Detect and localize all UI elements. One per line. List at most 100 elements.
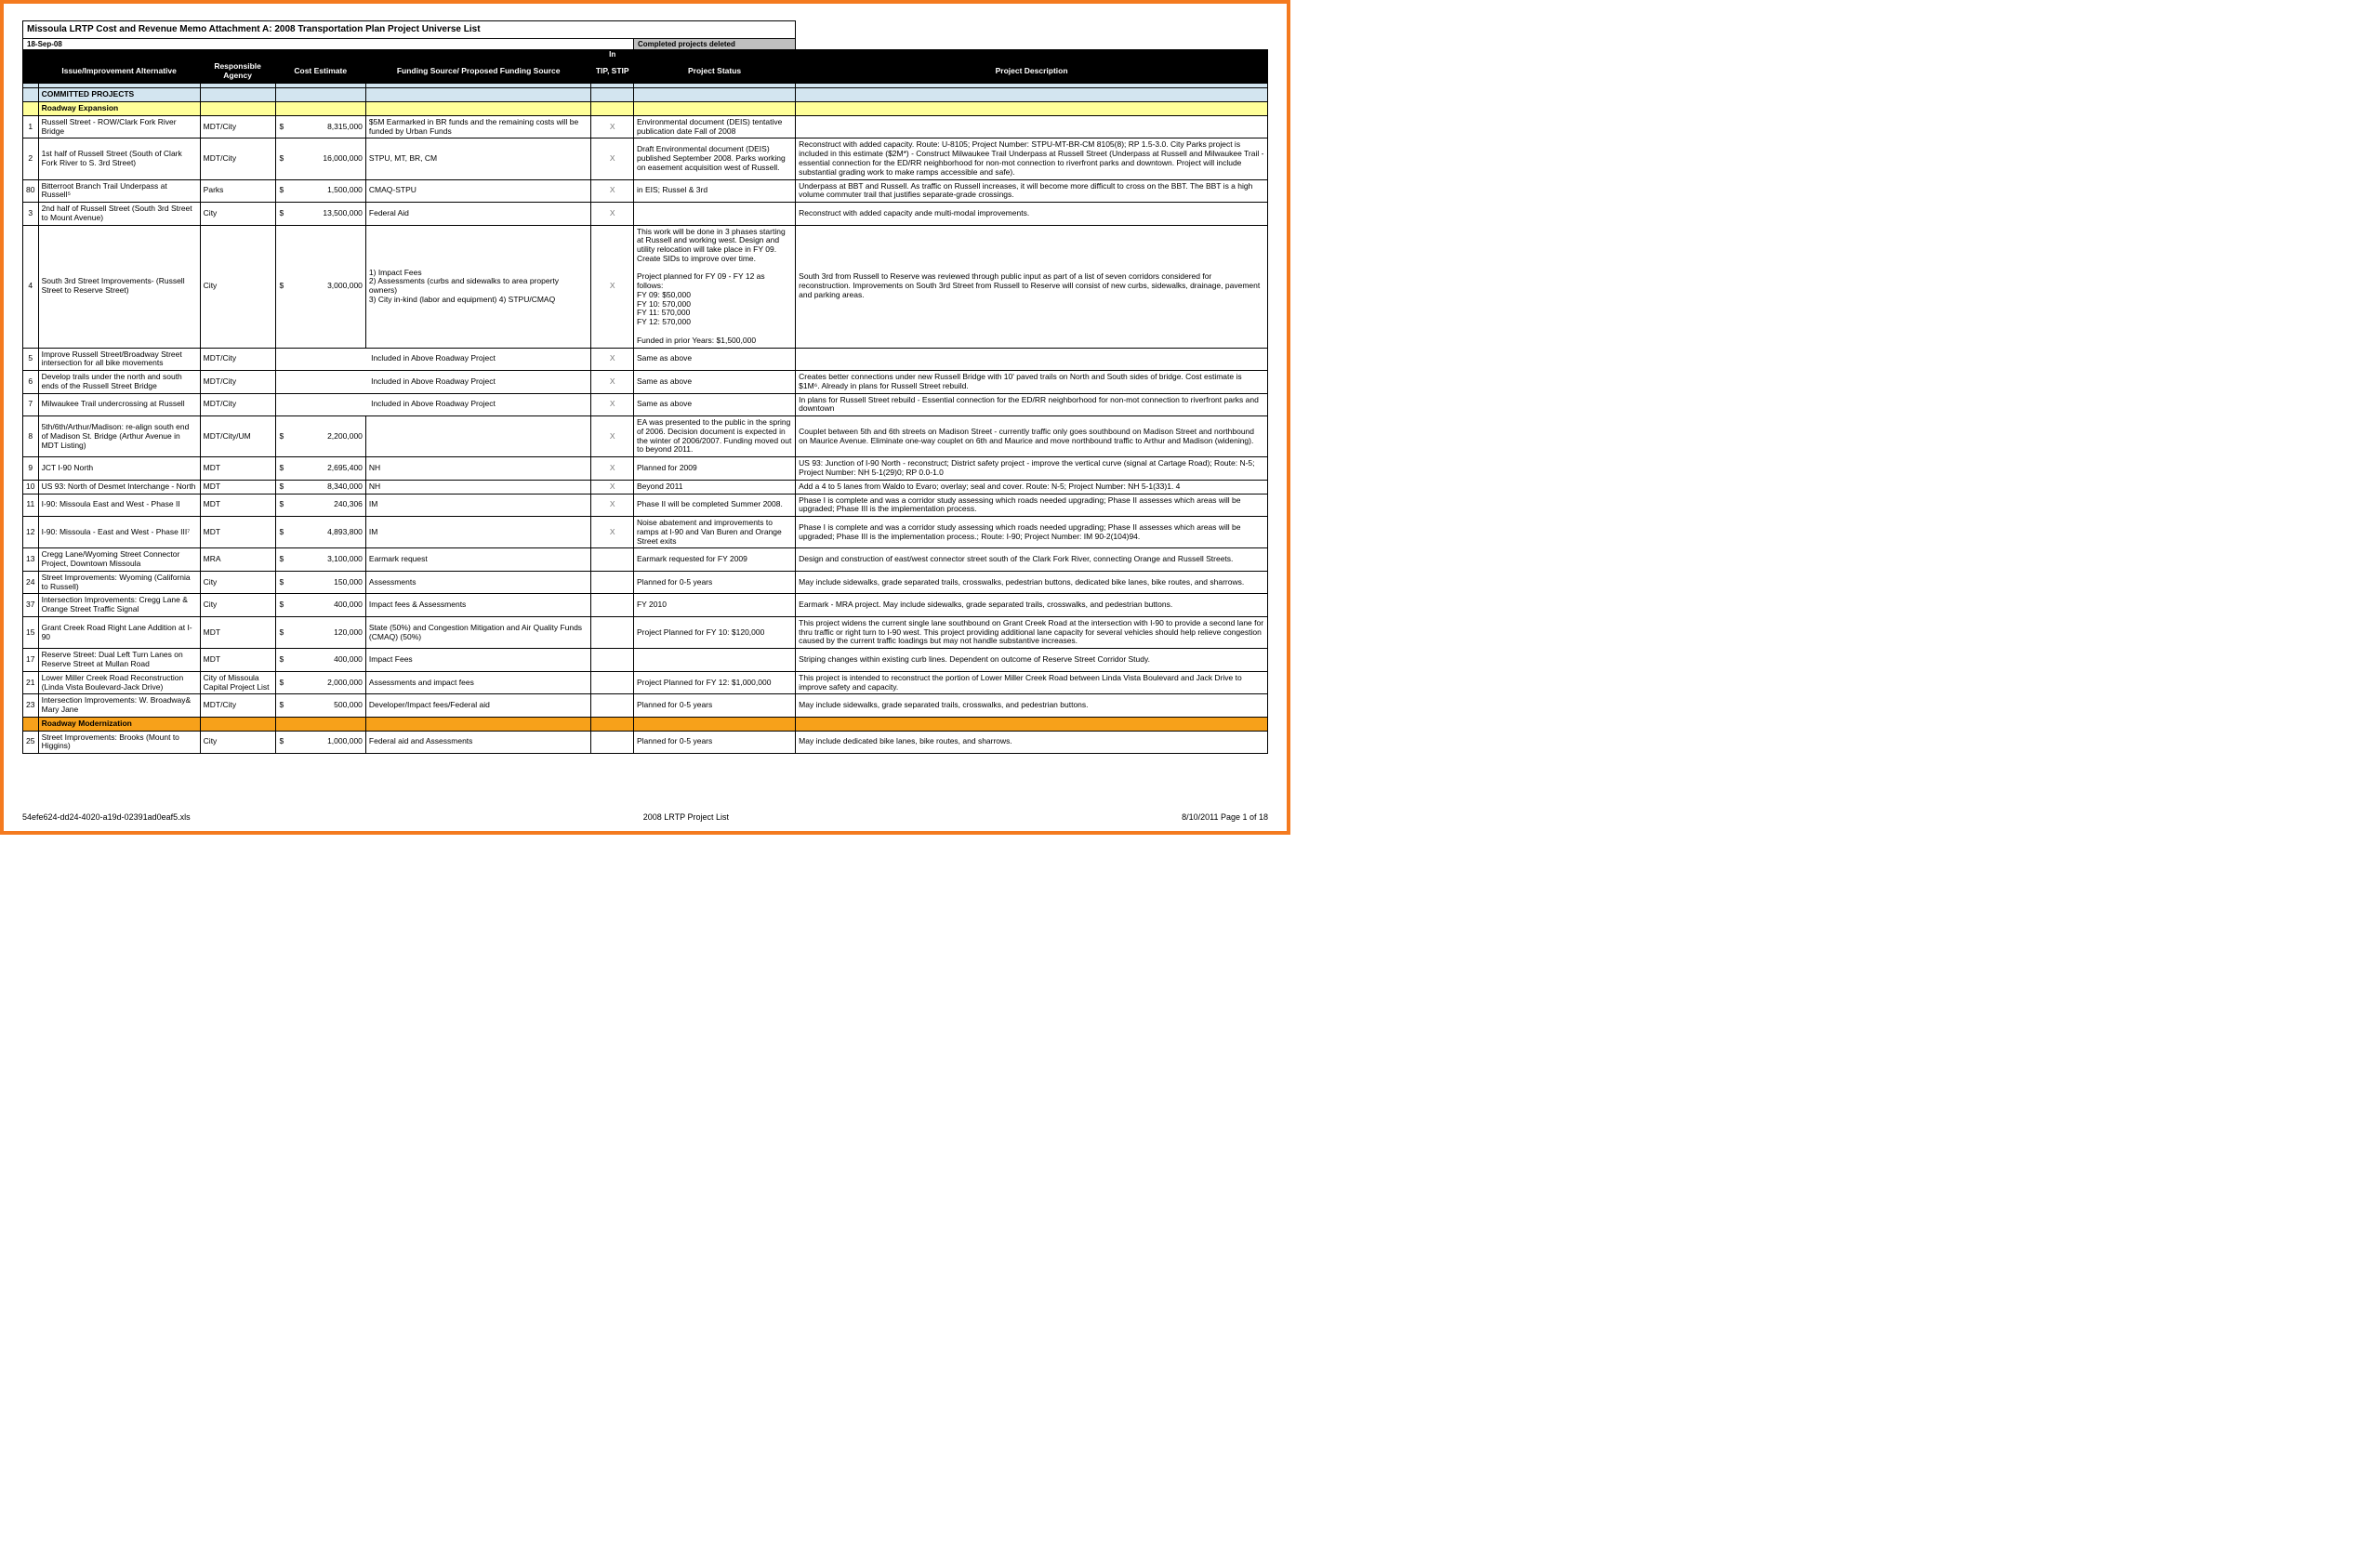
footer-filename: 54efe624-dd24-4020-a19d-02391ad0eaf5.xls (22, 812, 191, 822)
row-number: 1 (23, 115, 39, 138)
row-number: 7 (23, 393, 39, 416)
row-status: Planned for 0-5 years (633, 571, 795, 594)
row-number: 80 (23, 179, 39, 203)
row-tip: X (591, 225, 634, 348)
section-expansion: Roadway Expansion (23, 102, 1268, 116)
row-cost: $240,306 (275, 494, 365, 517)
row-agency: MRA (200, 548, 275, 572)
row-agency: City (200, 225, 275, 348)
row-merged-funding: Included in Above Roadway Project (275, 393, 591, 416)
row-tip: X (591, 179, 634, 203)
row-desc: Reconstruct with added capacity. Route: … (796, 138, 1268, 179)
row-agency: MDT/City (200, 115, 275, 138)
table-row: 13Cregg Lane/Wyoming Street Connector Pr… (23, 548, 1268, 572)
row-tip: X (591, 371, 634, 394)
row-tip: X (591, 494, 634, 517)
row-funding: CMAQ-STPU (365, 179, 590, 203)
mod-body: 25Street Improvements: Brooks (Mount to … (23, 731, 1268, 754)
table-row: 80Bitterroot Branch Trail Underpass at R… (23, 179, 1268, 203)
row-agency: City (200, 571, 275, 594)
row-funding (365, 416, 590, 457)
section-expansion-label: Roadway Expansion (38, 102, 200, 116)
report-date: 18-Sep-08 (23, 38, 634, 49)
row-agency: MDT (200, 649, 275, 672)
row-issue: South 3rd Street Improvements- (Russell … (38, 225, 200, 348)
header-in: In (591, 49, 634, 59)
row-agency: MDT (200, 457, 275, 481)
row-number: 10 (23, 480, 39, 494)
row-tip (591, 731, 634, 754)
row-status: Project Planned for FY 12: $1,000,000 (633, 671, 795, 694)
row-tip (591, 548, 634, 572)
row-tip: X (591, 348, 634, 371)
row-issue: Intersection Improvements: Cregg Lane & … (38, 594, 200, 617)
date-row: 18-Sep-08 Completed projects deleted (23, 38, 1268, 49)
row-desc: This project widens the current single l… (796, 616, 1268, 648)
table-row: 21st half of Russell Street (South of Cl… (23, 138, 1268, 179)
table-row: 1Russell Street - ROW/Clark Fork River B… (23, 115, 1268, 138)
row-issue: Street Improvements: Wyoming (California… (38, 571, 200, 594)
project-table: Missoula LRTP Cost and Revenue Memo Atta… (22, 20, 1268, 754)
row-desc (796, 115, 1268, 138)
row-number: 21 (23, 671, 39, 694)
row-agency: MDT/City (200, 694, 275, 718)
row-desc: May include sidewalks, grade separated t… (796, 571, 1268, 594)
row-tip: X (591, 416, 634, 457)
row-funding: NH (365, 480, 590, 494)
row-agency: City (200, 203, 275, 226)
row-funding: STPU, MT, BR, CM (365, 138, 590, 179)
row-issue: 1st half of Russell Street (South of Cla… (38, 138, 200, 179)
row-desc: Design and construction of east/west con… (796, 548, 1268, 572)
table-row: 10US 93: North of Desmet Interchange - N… (23, 480, 1268, 494)
row-agency: MDT/City (200, 348, 275, 371)
row-tip: X (591, 115, 634, 138)
row-cost: $500,000 (275, 694, 365, 718)
table-row: 12I-90: Missoula - East and West - Phase… (23, 517, 1268, 548)
row-desc: This project is intended to reconstruct … (796, 671, 1268, 694)
row-issue: Russell Street - ROW/Clark Fork River Br… (38, 115, 200, 138)
footer-right: 8/10/2011 Page 1 of 18 (1182, 812, 1268, 822)
row-issue: Lower Miller Creek Road Reconstruction (… (38, 671, 200, 694)
row-number: 15 (23, 616, 39, 648)
row-issue: Milwaukee Trail undercrossing at Russell (38, 393, 200, 416)
row-cost: $8,340,000 (275, 480, 365, 494)
row-issue: Street Improvements: Brooks (Mount to Hi… (38, 731, 200, 754)
row-funding: 1) Impact Fees 2) Assessments (curbs and… (365, 225, 590, 348)
row-agency: MDT/City (200, 371, 275, 394)
row-desc: May include dedicated bike lanes, bike r… (796, 731, 1268, 754)
row-status: Phase II will be completed Summer 2008. (633, 494, 795, 517)
row-funding: IM (365, 517, 590, 548)
row-desc: Phase I is complete and was a corridor s… (796, 517, 1268, 548)
col-issue: Issue/Improvement Alternative (38, 59, 200, 84)
row-desc: South 3rd from Russell to Reserve was re… (796, 225, 1268, 348)
row-status: This work will be done in 3 phases start… (633, 225, 795, 348)
row-issue: JCT I-90 North (38, 457, 200, 481)
section-committed: COMMITTED PROJECTS (23, 88, 1268, 102)
row-agency: City of Missoula Capital Project List (200, 671, 275, 694)
row-number: 24 (23, 571, 39, 594)
table-row: 4South 3rd Street Improvements- (Russell… (23, 225, 1268, 348)
row-status: Same as above (633, 371, 795, 394)
section-committed-label: COMMITTED PROJECTS (38, 88, 200, 102)
row-desc: US 93: Junction of I-90 North - reconstr… (796, 457, 1268, 481)
row-desc: Striping changes within existing curb li… (796, 649, 1268, 672)
row-desc: Phase I is complete and was a corridor s… (796, 494, 1268, 517)
page-footer: 54efe624-dd24-4020-a19d-02391ad0eaf5.xls… (22, 812, 1268, 822)
row-tip (591, 649, 634, 672)
row-number: 9 (23, 457, 39, 481)
row-cost: $400,000 (275, 594, 365, 617)
row-tip: X (591, 517, 634, 548)
row-desc: May include sidewalks, grade separated t… (796, 694, 1268, 718)
row-agency: MDT (200, 480, 275, 494)
row-funding: IM (365, 494, 590, 517)
table-row: 85th/6th/Arthur/Madison: re-align south … (23, 416, 1268, 457)
table-row: 5Improve Russell Street/Broadway Street … (23, 348, 1268, 371)
row-desc: Couplet between 5th and 6th streets on M… (796, 416, 1268, 457)
row-number: 8 (23, 416, 39, 457)
col-funding: Funding Source/ Proposed Funding Source (365, 59, 590, 84)
row-number: 6 (23, 371, 39, 394)
row-cost: $3,100,000 (275, 548, 365, 572)
row-number: 25 (23, 731, 39, 754)
row-status: Same as above (633, 393, 795, 416)
row-issue: 2nd half of Russell Street (South 3rd St… (38, 203, 200, 226)
